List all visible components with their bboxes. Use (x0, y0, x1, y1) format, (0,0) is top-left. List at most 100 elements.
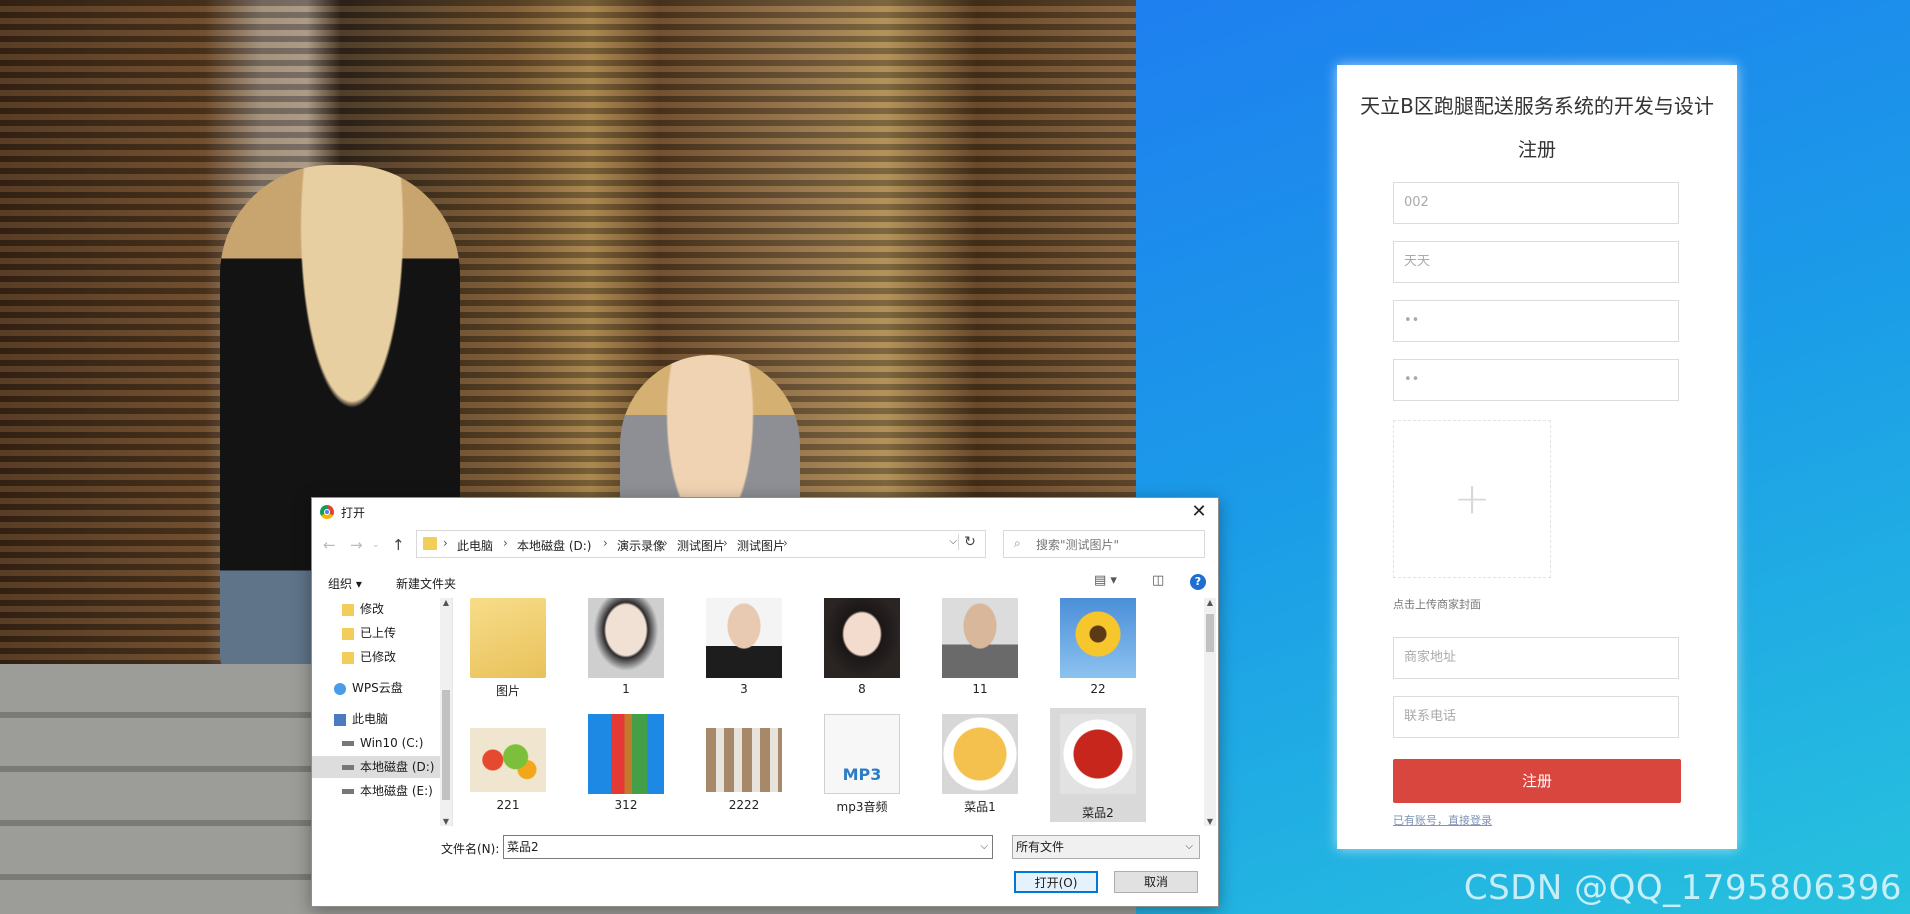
register-card: 天立B区跑腿配送服务系统的开发与设计 注册 002 天天 •• •• + 点击上… (1337, 65, 1737, 849)
folder-icon (423, 537, 437, 550)
scrollbar-thumb[interactable] (442, 690, 450, 800)
phone-field[interactable]: 联系电话 (1393, 696, 1679, 738)
chevron-down-icon[interactable]: ⌵ (949, 536, 957, 547)
image-thumbnail (470, 728, 546, 792)
mp3-file-icon: MP3 (824, 714, 900, 794)
organize-menu[interactable]: 组织 ▾ (328, 575, 362, 592)
search-icon: ⌕ (1014, 536, 1021, 550)
nav-item-uploaded[interactable]: 已上传 (312, 622, 440, 644)
scrollbar-thumb[interactable] (1206, 614, 1214, 652)
nav-item-wps-cloud[interactable]: WPS云盘 (312, 677, 440, 699)
plus-icon: + (1453, 473, 1491, 525)
image-thumbnail (1060, 598, 1136, 678)
cover-upload[interactable]: + (1393, 420, 1551, 578)
computer-icon (334, 713, 346, 726)
refresh-icon[interactable]: ↻ (958, 534, 981, 550)
archive-icon (588, 714, 664, 794)
upload-hint: 点击上传商家封面 (1393, 598, 1481, 611)
cloud-icon (334, 682, 346, 695)
dialog-title: 打开 (341, 506, 366, 520)
system-title: 天立B区跑腿配送服务系统的开发与设计 (1360, 94, 1714, 118)
folder-icon (342, 651, 354, 664)
breadcrumb-item[interactable]: 此电脑 (457, 537, 493, 554)
scroll-up-arrow-icon[interactable]: ▲ (440, 598, 452, 607)
recent-dropdown-icon[interactable]: ⌄ (372, 540, 380, 550)
drive-icon (342, 765, 354, 770)
confirm-password-field[interactable]: •• (1393, 359, 1679, 401)
view-options-icon[interactable]: ▤ ▾ (1094, 573, 1117, 588)
scroll-up-arrow-icon[interactable]: ▲ (1204, 598, 1216, 607)
file-open-dialog: 打开 ✕ ← → ⌄ ↑ › 此电脑 › 本地磁盘 (D:) › 演示录像 › … (311, 497, 1219, 907)
file-item[interactable]: 22 (1050, 598, 1146, 712)
forward-arrow-icon[interactable]: → (350, 536, 363, 554)
register-button[interactable]: 注册 (1393, 759, 1681, 803)
breadcrumb-item[interactable]: 本地磁盘 (D:) (517, 537, 591, 554)
register-heading: 注册 (1517, 139, 1556, 161)
breadcrumb-item[interactable]: 演示录像 (617, 537, 665, 554)
breadcrumb-item[interactable]: 测试图片 (737, 537, 785, 554)
file-item[interactable]: 菜品1 (932, 714, 1028, 826)
nav-item-drive-d[interactable]: 本地磁盘 (D:) (312, 756, 440, 778)
preview-pane-icon[interactable]: ◫ (1152, 573, 1164, 588)
password-field[interactable]: •• (1393, 300, 1679, 342)
file-scrollbar[interactable]: ▲ ▼ (1204, 598, 1216, 826)
nav-scrollbar[interactable]: ▲ ▼ (440, 598, 452, 826)
file-item[interactable]: 3 (696, 598, 792, 712)
image-thumbnail (824, 598, 900, 678)
image-thumbnail (706, 728, 782, 792)
search-input[interactable] (1034, 534, 1198, 556)
file-item[interactable]: 312 (578, 714, 674, 826)
chevron-down-icon[interactable]: ⌵ (980, 836, 988, 858)
nav-item-modify[interactable]: 修改 (312, 598, 440, 620)
filename-row: 文件名(N): 菜品2 ⌵ 所有文件 ⌵ (312, 835, 1218, 861)
folder-icon (342, 603, 354, 616)
account-field[interactable]: 002 (1393, 182, 1679, 224)
image-thumbnail (942, 714, 1018, 794)
folder-icon (342, 627, 354, 640)
image-thumbnail (588, 598, 664, 678)
dialog-titlebar[interactable]: 打开 ✕ (312, 498, 1218, 526)
file-item[interactable]: 8 (814, 598, 910, 712)
filename-label: 文件名(N): (441, 842, 500, 856)
address-bar[interactable]: › 此电脑 › 本地磁盘 (D:) › 演示录像 › 测试图片 › 测试图片 ›… (416, 530, 986, 558)
new-folder-button[interactable]: 新建文件夹 (396, 575, 456, 592)
nav-item-drive-e[interactable]: 本地磁盘 (E:) (312, 780, 440, 802)
file-item-selected[interactable]: 菜品2 (1050, 708, 1146, 822)
file-item[interactable]: 2222 (696, 714, 792, 826)
open-button[interactable]: 打开(O) (1014, 871, 1098, 893)
folder-icon (470, 598, 546, 678)
filetype-select[interactable]: 所有文件 ⌵ (1012, 835, 1200, 859)
drive-icon (342, 741, 354, 746)
file-item[interactable]: 图片 (460, 598, 556, 712)
breadcrumb-item[interactable]: 测试图片 (677, 537, 725, 554)
nav-item-this-pc[interactable]: 此电脑 (312, 708, 440, 730)
image-thumbnail (942, 598, 1018, 678)
close-icon[interactable]: ✕ (1186, 499, 1212, 525)
file-item[interactable]: 221 (460, 714, 556, 826)
chevron-down-icon[interactable]: ⌵ (1185, 836, 1193, 858)
image-thumbnail (706, 598, 782, 678)
search-box[interactable]: ⌕ (1003, 530, 1205, 558)
nav-item-modified[interactable]: 已修改 (312, 646, 440, 668)
navigation-pane: 修改 已上传 已修改 WPS云盘 此电脑 Win10 (C:) 本地磁盘 (D:… (312, 598, 453, 826)
filename-input[interactable]: 菜品2 ⌵ (503, 835, 993, 859)
file-item[interactable]: MP3 mp3音频 (814, 714, 910, 826)
file-item[interactable]: 11 (932, 598, 1028, 712)
watermark: CSDN @QQ_1795806396 (1463, 868, 1902, 908)
file-list: 图片 1 3 8 11 221 312 2222 MP3 mp3音频 菜品1 (460, 598, 1040, 826)
back-arrow-icon[interactable]: ← (323, 536, 336, 554)
address-row: ← → ⌄ ↑ › 此电脑 › 本地磁盘 (D:) › 演示录像 › 测试图片 … (312, 528, 1218, 564)
scroll-down-arrow-icon[interactable]: ▼ (440, 817, 452, 826)
nav-item-drive-c[interactable]: Win10 (C:) (312, 732, 440, 754)
dialog-toolbar: 组织 ▾ 新建文件夹 ▤ ▾ ◫ ? (312, 570, 1218, 596)
drive-icon (342, 789, 354, 794)
up-arrow-icon[interactable]: ↑ (392, 536, 405, 554)
login-link[interactable]: 已有账号，直接登录 (1393, 812, 1492, 828)
image-thumbnail (1060, 714, 1136, 794)
help-icon[interactable]: ? (1190, 574, 1206, 590)
name-field[interactable]: 天天 (1393, 241, 1679, 283)
scroll-down-arrow-icon[interactable]: ▼ (1204, 817, 1216, 826)
file-item[interactable]: 1 (578, 598, 674, 712)
cancel-button[interactable]: 取消 (1114, 871, 1198, 893)
address-field[interactable]: 商家地址 (1393, 637, 1679, 679)
